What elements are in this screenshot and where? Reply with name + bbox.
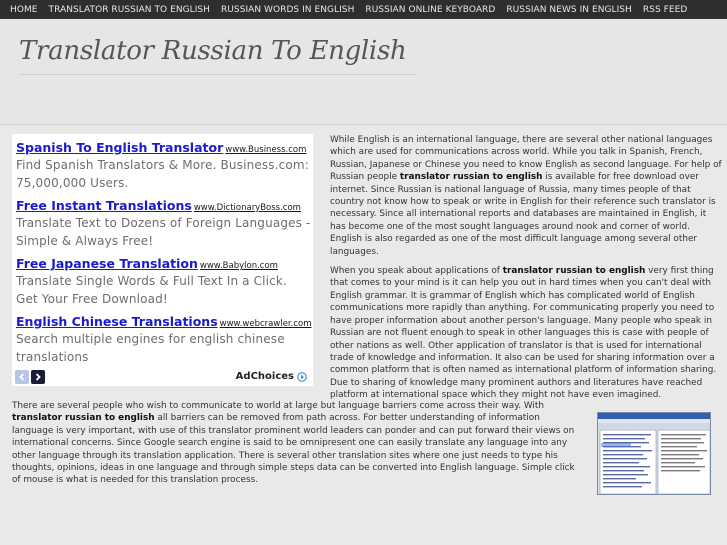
keyword-bold: translator russian to english [502,266,646,277]
ad-item[interactable]: Spanish To English Translator www.Busines… [16,137,311,192]
ad-url-link[interactable]: www.webcrawler.com [220,319,312,329]
ad-title-link[interactable]: Spanish To English Translator [16,140,223,155]
nav-translator-russian-to-english[interactable]: TRANSLATOR RUSSIAN TO ENGLISH [49,5,210,15]
adchoices-icon [297,371,307,382]
article-paragraph: When you speak about applications of tra… [330,265,724,401]
article-column: While English is an international langua… [330,134,724,409]
ad-title-link[interactable]: English Chinese Translations [16,314,218,329]
ad-pager [15,370,45,384]
adchoices-label: AdChoices [235,371,294,382]
ad-item[interactable]: Free Japanese Translation www.Babylon.com… [16,253,311,308]
nav-russian-words-in-english[interactable]: RUSSIAN WORDS IN ENGLISH [221,5,354,15]
keyword-bold: translator russian to english [399,172,543,183]
nav-russian-online-keyboard[interactable]: RUSSIAN ONLINE KEYBOARD [365,5,495,15]
ad-next-button[interactable] [31,370,45,384]
ad-item[interactable]: Free Instant Translations www.DictionaryB… [16,195,311,250]
ad-item[interactable]: English Chinese Translations www.webcrawl… [16,311,312,366]
translator-screenshot-image [597,412,711,495]
ad-block: Spanish To English Translator www.Busines… [12,134,313,386]
ad-title-link[interactable]: Free Japanese Translation [16,256,198,271]
text-span: very first thing that comes to your mind… [330,266,717,401]
bottom-paragraph: There are several people who wish to com… [12,400,582,487]
site-title[interactable]: Translator Russian To English [19,36,407,66]
chevron-left-icon [19,373,25,381]
nav-rss-feed[interactable]: RSS FEED [643,5,687,15]
chevron-right-icon [35,373,41,381]
article-paragraph: While English is an international langua… [330,134,724,258]
ad-description: Find Spanish Translators & More. Busines… [16,158,309,190]
ad-description: Translate Single Words & Full Text In a … [16,274,287,306]
keyword-bold: translator russian to english [12,413,155,424]
ad-description: Translate Text to Dozens of Foreign Lang… [16,216,311,248]
text-span: is available for free download over inte… [330,172,716,257]
ad-url-link[interactable]: www.DictionaryBoss.com [194,203,301,213]
ad-url-link[interactable]: www.Business.com [225,145,306,155]
nav-home[interactable]: HOME [10,5,38,15]
ad-description: Search multiple engines for english chin… [16,332,285,364]
site-header: Translator Russian To English [0,19,727,125]
text-span: all barriers can be removed from path ac… [12,413,575,486]
adchoices-link[interactable]: AdChoices [236,371,307,382]
ad-prev-button[interactable] [15,370,29,384]
title-divider [19,74,417,75]
text-span: There are several people who wish to com… [12,401,544,411]
nav-russian-news-in-english[interactable]: RUSSIAN NEWS IN ENGLISH [506,5,632,15]
ad-url-link[interactable]: www.Babylon.com [200,261,278,271]
ad-title-link[interactable]: Free Instant Translations [16,198,192,213]
screenshot-graphic [598,413,710,494]
text-span: When you speak about applications of [330,266,503,277]
top-nav: HOME TRANSLATOR RUSSIAN TO ENGLISH RUSSI… [0,0,727,19]
